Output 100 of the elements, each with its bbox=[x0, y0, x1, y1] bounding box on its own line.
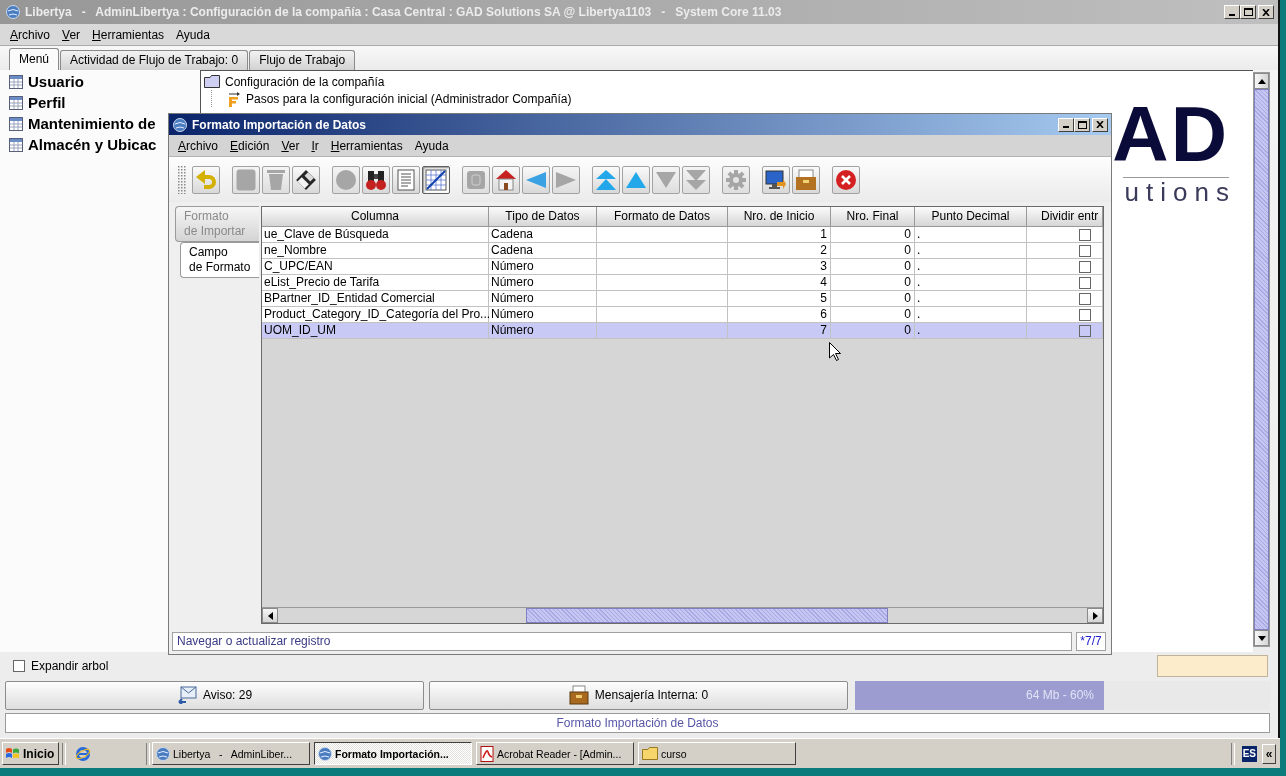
menu-item[interactable]: Archivo bbox=[172, 138, 225, 153]
document-icon bbox=[480, 745, 494, 762]
binoculars-icon bbox=[365, 168, 387, 191]
toolbar-button[interactable] bbox=[492, 165, 520, 194]
tab[interactable]: Menú bbox=[9, 48, 60, 70]
column-header[interactable]: Punto Decimal bbox=[915, 207, 1027, 227]
column-header[interactable]: Formato de Datos bbox=[597, 207, 728, 227]
tree-item[interactable]: Pasos para la configuración inicial (Administrador Compañía) bbox=[246, 91, 572, 106]
scrollbar-thumb[interactable] bbox=[526, 608, 888, 623]
checkbox[interactable] bbox=[1079, 276, 1091, 289]
monitor-icon bbox=[765, 168, 787, 191]
table-icon bbox=[9, 137, 23, 152]
sidebar-item[interactable]: Usuario bbox=[28, 73, 84, 90]
menu-item[interactable]: Ir bbox=[305, 138, 325, 153]
tree-item[interactable]: Configuración de la compañía bbox=[225, 74, 385, 89]
scroll-right-button[interactable] bbox=[1087, 608, 1103, 623]
input-field[interactable] bbox=[1157, 654, 1268, 677]
column-header[interactable]: Nro. Final bbox=[831, 207, 915, 227]
checkbox-label[interactable]: Expandir arbol bbox=[31, 658, 109, 673]
toolbar-button[interactable] bbox=[292, 165, 320, 194]
globe-icon bbox=[156, 746, 170, 761]
menu-item[interactable]: Archivo bbox=[4, 27, 57, 42]
box-icon bbox=[795, 168, 817, 191]
table-row[interactable]: BPartner_ID_Entidad Comercial Número 5 0 . bbox=[262, 291, 1103, 307]
sidebar-item[interactable]: Almacén y Ubicac bbox=[28, 136, 157, 153]
scrollbar-thumb[interactable] bbox=[1254, 89, 1269, 630]
tab[interactable]: Actividad de Flujo de Trabajo: 0 bbox=[60, 50, 249, 70]
checkbox[interactable] bbox=[1079, 260, 1091, 273]
menu-item[interactable]: Ayuda bbox=[408, 138, 455, 153]
table-row[interactable]: UOM_ID_UM Número 7 0 . bbox=[262, 323, 1103, 339]
taskbar-button[interactable]: curso bbox=[638, 742, 796, 765]
grip-icon[interactable] bbox=[178, 165, 186, 194]
scroll-down-button[interactable] bbox=[1254, 630, 1269, 646]
close-icon bbox=[1096, 121, 1104, 128]
caret-left-icon bbox=[267, 611, 273, 620]
mouse-pointer-icon bbox=[829, 342, 841, 361]
page-icon bbox=[235, 168, 257, 191]
scrollbar[interactable] bbox=[1253, 72, 1270, 647]
checkbox[interactable] bbox=[1079, 308, 1091, 321]
taskbar-button[interactable]: Formato Importación... bbox=[314, 742, 472, 765]
column-header[interactable]: Dividir entr bbox=[1027, 207, 1103, 227]
column-header[interactable]: Nro. de Inicio bbox=[728, 207, 831, 227]
scroll-up-button[interactable] bbox=[1254, 73, 1269, 89]
maximize-button[interactable] bbox=[1240, 5, 1256, 19]
scroll-left-button[interactable] bbox=[262, 608, 278, 623]
table-row[interactable]: eList_Precio de Tarifa Número 4 0 . bbox=[262, 275, 1103, 291]
logo-tagline: utions bbox=[1124, 178, 1236, 206]
sidebar-item[interactable]: Perfil bbox=[28, 94, 66, 111]
box-icon bbox=[568, 685, 589, 705]
menu-item[interactable]: Edición bbox=[224, 138, 276, 153]
table-row[interactable]: C_UPC/EAN Número 3 0 . bbox=[262, 259, 1103, 275]
checkbox[interactable] bbox=[1079, 244, 1091, 257]
grid-icon bbox=[425, 168, 447, 191]
double-arrow-up-icon bbox=[595, 168, 617, 191]
checkbox[interactable] bbox=[1079, 228, 1091, 241]
tab[interactable]: Campo de Formato bbox=[180, 242, 259, 278]
table-cell: . bbox=[915, 323, 1027, 339]
menu-item[interactable]: Ver bbox=[275, 138, 306, 153]
toolbar-button[interactable] bbox=[762, 165, 790, 194]
minimize-button[interactable] bbox=[1224, 5, 1240, 19]
checkbox[interactable] bbox=[13, 659, 25, 672]
taskbar-button[interactable]: Acrobat Reader - [Admin... bbox=[476, 742, 634, 765]
maximize-button[interactable] bbox=[1074, 117, 1090, 132]
toolbar-button[interactable] bbox=[362, 165, 390, 194]
menu-item[interactable]: Ayuda bbox=[170, 27, 216, 42]
record-counter[interactable]: *7/7 bbox=[1076, 631, 1106, 651]
start-button[interactable]: Inicio bbox=[2, 742, 59, 765]
chevron-button[interactable]: « bbox=[1262, 743, 1276, 764]
close-button[interactable] bbox=[1092, 117, 1108, 132]
taskbar-button[interactable]: Libertya - AdminLiber... bbox=[152, 742, 310, 765]
document-icon bbox=[395, 168, 417, 191]
table-row[interactable]: ue_Clave de Búsqueda Cadena 1 0 . bbox=[262, 227, 1103, 243]
menu-item[interactable]: Herramientas bbox=[324, 138, 409, 153]
notice-button[interactable]: Aviso: 29 bbox=[5, 680, 424, 710]
language-indicator[interactable]: ES bbox=[1241, 745, 1257, 762]
table-row[interactable]: ne_Nombre Cadena 2 0 . bbox=[262, 243, 1103, 259]
trash-icon bbox=[265, 168, 287, 191]
table-cell: 0 bbox=[831, 323, 915, 339]
close-button[interactable] bbox=[1258, 5, 1274, 19]
table-row[interactable]: Product_Category_ID_Categoría del Pro...Número 6 0 . bbox=[262, 307, 1103, 323]
tab[interactable]: Flujo de Trabajo bbox=[249, 50, 356, 70]
curved-arrow-icon bbox=[195, 168, 217, 191]
close-icon bbox=[1262, 8, 1270, 16]
column-header[interactable]: Tipo de Datos bbox=[489, 207, 597, 227]
checkbox[interactable] bbox=[1079, 292, 1091, 305]
menu-item[interactable]: Ver bbox=[56, 27, 87, 42]
scrollbar[interactable] bbox=[262, 607, 1103, 623]
minimize-button[interactable] bbox=[1058, 117, 1074, 132]
checkbox[interactable] bbox=[1079, 324, 1091, 337]
caret-right-icon bbox=[1092, 611, 1098, 620]
toolbar-button[interactable] bbox=[422, 165, 450, 194]
column-header[interactable]: Columna bbox=[262, 207, 489, 227]
caret-down-icon bbox=[1257, 635, 1266, 641]
maximize-icon bbox=[1243, 8, 1253, 16]
menu-item[interactable]: Herramientas bbox=[86, 27, 171, 42]
table-cell: UOM_ID_UM bbox=[262, 323, 489, 339]
table-icon bbox=[9, 74, 23, 89]
ring-icon[interactable] bbox=[75, 745, 91, 762]
sidebar-item[interactable]: Mantenimiento de bbox=[28, 115, 156, 132]
messages-button[interactable]: Mensajería Interna: 0 bbox=[429, 680, 848, 710]
